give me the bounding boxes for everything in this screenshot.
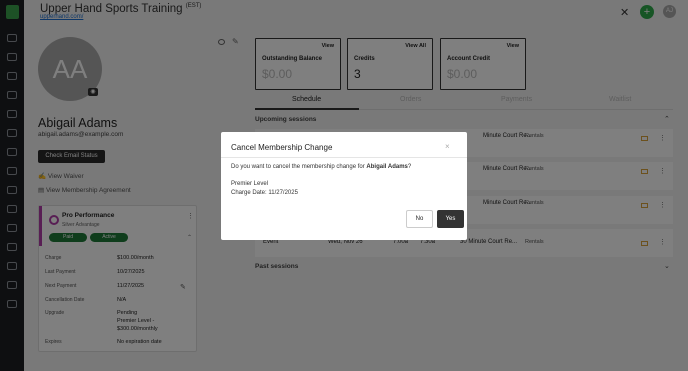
dialog-question: Do you want to cancel the membership cha…: [231, 164, 412, 170]
membership-level: Premier Level: [231, 181, 269, 187]
close-icon[interactable]: ×: [445, 142, 450, 151]
yes-button[interactable]: Yes: [437, 210, 464, 228]
dialog-divider: [221, 157, 467, 158]
cancel-membership-change-dialog: Cancel Membership Change × Do you want t…: [221, 132, 467, 240]
no-button[interactable]: No: [406, 210, 433, 228]
charge-date: Charge Date: 11/27/2025: [231, 190, 298, 196]
dialog-title: Cancel Membership Change: [231, 143, 333, 152]
